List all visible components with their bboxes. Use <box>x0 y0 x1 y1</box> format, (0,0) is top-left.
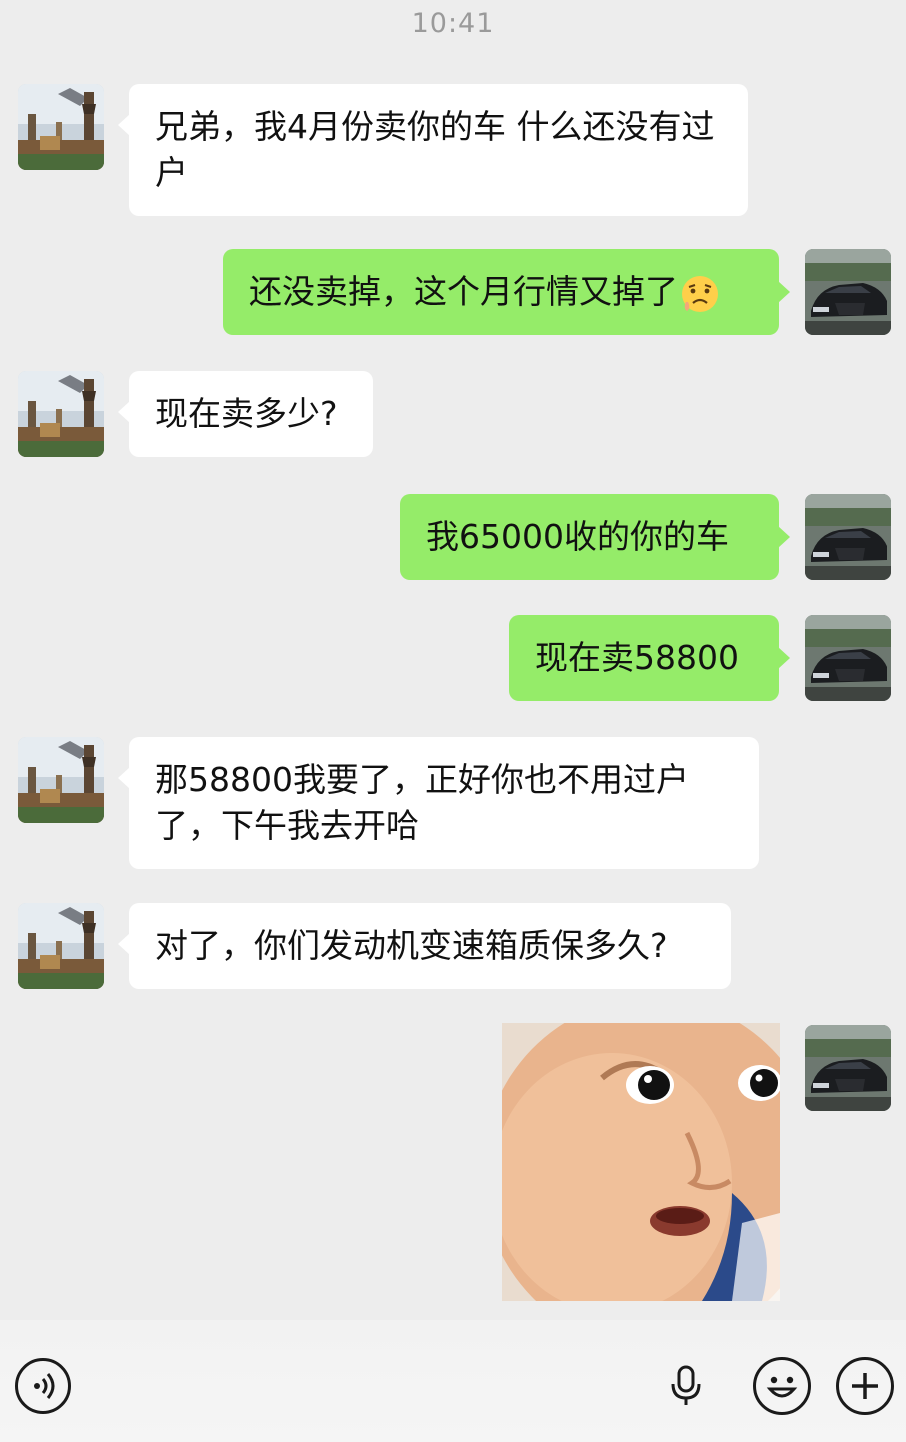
message-bubble-received[interactable]: 现在卖多少? <box>118 371 373 457</box>
message-bubble-sent[interactable]: 现在卖58800 <box>509 615 790 701</box>
my-avatar[interactable] <box>805 1025 891 1111</box>
plus-icon[interactable] <box>836 1357 894 1415</box>
sad-face-emoji-icon <box>680 274 720 314</box>
my-avatar[interactable] <box>805 494 891 580</box>
message-text: 现在卖58800 <box>535 638 739 677</box>
message-text: 那58800我要了，正好你也不用过户了，下午我去开哈 <box>155 760 689 845</box>
message-text: 我65000收的你的车 <box>426 517 729 556</box>
message-bubble-received[interactable]: 对了，你们发动机变速箱质保多久? <box>118 903 731 989</box>
my-avatar[interactable] <box>805 615 891 701</box>
contact-avatar[interactable] <box>18 84 104 170</box>
message-bubble-sent[interactable]: 还没卖掉，这个月行情又掉了 <box>223 249 790 335</box>
microphone-icon[interactable] <box>668 1364 704 1408</box>
message-text: 对了，你们发动机变速箱质保多久? <box>155 926 668 965</box>
message-bubble-received[interactable]: 那58800我要了，正好你也不用过户了，下午我去开哈 <box>118 737 759 869</box>
message-bubble-sent[interactable]: 我65000收的你的车 <box>400 494 790 580</box>
message-text: 现在卖多少? <box>155 394 338 433</box>
message-text: 还没卖掉，这个月行情又掉了 <box>249 272 678 311</box>
input-bar <box>0 1320 906 1442</box>
surprised-baby-sticker[interactable] <box>502 1023 780 1301</box>
contact-avatar[interactable] <box>18 371 104 457</box>
contact-avatar[interactable] <box>18 903 104 989</box>
my-avatar[interactable] <box>805 249 891 335</box>
contact-avatar[interactable] <box>18 737 104 823</box>
emoji-icon[interactable] <box>753 1357 811 1415</box>
status-time: 10:41 <box>411 8 495 39</box>
message-text: 兄弟，我4月份卖你的车 什么还没有过户 <box>155 107 715 192</box>
voice-icon[interactable] <box>15 1358 71 1414</box>
message-bubble-received[interactable]: 兄弟，我4月份卖你的车 什么还没有过户 <box>118 84 748 216</box>
